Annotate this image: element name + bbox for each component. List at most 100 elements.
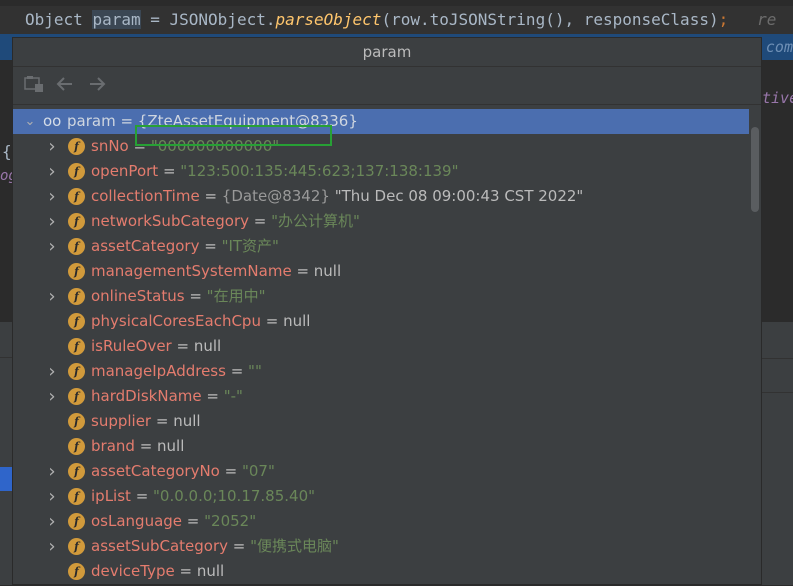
left-brace: { xyxy=(2,142,12,161)
field-value: null xyxy=(193,337,222,355)
tree-row[interactable]: › f osLanguage = "2052" xyxy=(13,509,749,534)
field-text: physicalCoresEachCpu = null xyxy=(91,312,311,330)
tree-row[interactable]: › f hardDiskName = "-" xyxy=(13,384,749,409)
field-text: ipList = "0.0.0.0;10.17.85.40" xyxy=(91,487,316,505)
field-value: "0.0.0.0;10.17.85.40" xyxy=(153,487,316,505)
field-text: openPort = "123:500:135:445:623;137:138:… xyxy=(91,162,459,180)
tree-row[interactable]: f isRuleOver = null xyxy=(13,334,749,359)
field-icon: f xyxy=(68,388,85,405)
chevron-right-icon[interactable]: › xyxy=(45,159,59,184)
chevron-right-icon[interactable]: › xyxy=(45,384,59,409)
tree-row[interactable]: › f networkSubCategory = "办公计算机" xyxy=(13,209,749,234)
tree-row[interactable]: f brand = null xyxy=(13,434,749,459)
scrollbar-thumb[interactable] xyxy=(751,127,759,212)
chevron-right-icon[interactable]: › xyxy=(45,509,59,534)
arrow-right-icon[interactable] xyxy=(86,75,108,95)
chevron-right-icon[interactable]: › xyxy=(45,284,59,309)
tree-row[interactable]: › f onlineStatus = "在用中" xyxy=(13,284,749,309)
code-method: parseObject xyxy=(275,10,382,29)
field-icon: f xyxy=(68,338,85,355)
field-text: supplier = null xyxy=(91,412,201,430)
chevron-down-icon[interactable]: ⌄ xyxy=(23,109,37,134)
field-value: "123:500:135:445:623;137:138:139" xyxy=(180,162,459,180)
tree-row[interactable]: › f snNo = "000000000000" xyxy=(13,134,749,159)
arrow-left-icon[interactable] xyxy=(54,75,76,95)
field-value: "办公计算机" xyxy=(271,212,360,230)
left-panel xyxy=(0,322,12,357)
field-name: physicalCoresEachCpu xyxy=(91,312,261,330)
field-value: null xyxy=(196,562,225,580)
field-icon: f xyxy=(68,213,85,230)
field-text: assetCategoryNo = "07" xyxy=(91,462,275,480)
chevron-right-icon[interactable]: › xyxy=(45,534,59,559)
field-icon: f xyxy=(68,138,85,155)
field-name: onlineStatus xyxy=(91,287,185,305)
watch-glasses-icon: oo xyxy=(43,112,62,130)
tree-row[interactable]: › f openPort = "123:500:135:445:623;137:13… xyxy=(13,159,749,184)
field-value: "Thu Dec 08 09:00:43 CST 2022" xyxy=(334,187,584,205)
variable-tree[interactable]: ⌄ oo param = {ZteAssetEquipment@8336} › f… xyxy=(13,105,761,586)
chevron-right-icon[interactable]: › xyxy=(45,359,59,384)
field-text: manageIpAddress = "" xyxy=(91,362,262,380)
field-name: brand xyxy=(91,437,135,455)
field-value: "" xyxy=(248,362,262,380)
chevron-right-icon[interactable]: › xyxy=(45,459,59,484)
scrollbar[interactable] xyxy=(749,105,761,586)
tree-icon[interactable] xyxy=(23,75,45,95)
tree-row[interactable]: › f ipList = "0.0.0.0;10.17.85.40" xyxy=(13,484,749,509)
field-name: networkSubCategory xyxy=(91,212,249,230)
field-icon: f xyxy=(68,463,85,480)
field-icon: f xyxy=(68,188,85,205)
field-name: ipList xyxy=(91,487,131,505)
chevron-right-icon[interactable]: › xyxy=(45,209,59,234)
tree-row[interactable]: › f assetSubCategory = "便携式电脑" xyxy=(13,534,749,559)
tree-row[interactable]: › f collectionTime = {Date@8342} "Thu Dec … xyxy=(13,184,749,209)
tree-root-row[interactable]: ⌄ oo param = {ZteAssetEquipment@8336} xyxy=(13,109,749,134)
field-text: assetSubCategory = "便携式电脑" xyxy=(91,537,339,555)
field-text: assetCategory = "IT资产" xyxy=(91,237,279,255)
chevron-right-icon[interactable]: › xyxy=(45,484,59,509)
field-text: managementSystemName = null xyxy=(91,262,342,280)
field-value: null xyxy=(283,312,311,330)
tree-row[interactable]: f supplier = null xyxy=(13,409,749,434)
field-icon: f xyxy=(68,563,85,580)
field-icon: f xyxy=(68,238,85,255)
tree-row[interactable]: f physicalCoresEachCpu = null xyxy=(13,309,749,334)
field-text: brand = null xyxy=(91,437,185,455)
field-value: "在用中" xyxy=(206,287,266,305)
tree-row[interactable]: › f assetCategory = "IT资产" xyxy=(13,234,749,259)
field-value: "IT资产" xyxy=(221,237,279,255)
field-text: onlineStatus = "在用中" xyxy=(91,287,266,305)
code-line: Object param = JSONObject.parseObject(ro… xyxy=(0,6,793,34)
left-panel xyxy=(0,491,12,585)
field-icon: f xyxy=(68,263,85,280)
popup-title[interactable]: param xyxy=(13,38,761,67)
left-selected-item[interactable] xyxy=(0,467,12,491)
field-value: "-" xyxy=(223,387,243,405)
field-icon: f xyxy=(68,413,85,430)
tree-row[interactable]: f deviceType = null xyxy=(13,559,749,584)
field-value: "2052" xyxy=(204,512,257,530)
chevron-right-icon[interactable]: › xyxy=(45,134,59,159)
right-panel xyxy=(762,322,793,585)
code-prefix: Object xyxy=(25,10,93,29)
field-value: null xyxy=(173,412,201,430)
field-text: deviceType = null xyxy=(91,562,225,580)
chevron-right-icon[interactable]: › xyxy=(45,234,59,259)
field-name: collectionTime xyxy=(91,187,200,205)
tree-row[interactable]: f managementSystemName = null xyxy=(13,259,749,284)
field-text: snNo = "000000000000" xyxy=(91,137,280,155)
field-icon: f xyxy=(68,513,85,530)
field-name: deviceType xyxy=(91,562,175,580)
code-variable[interactable]: param xyxy=(92,10,141,29)
field-icon: f xyxy=(68,538,85,555)
chevron-right-icon[interactable]: › xyxy=(45,184,59,209)
code-semicolon: ; xyxy=(718,10,729,29)
field-name: managementSystemName xyxy=(91,262,292,280)
field-value: null xyxy=(313,262,342,280)
tree-row[interactable]: › f assetCategoryNo = "07" xyxy=(13,459,749,484)
debug-popup[interactable]: param ⌄ oo param = {ZteAssetEquipment@83… xyxy=(12,37,762,585)
field-icon: f xyxy=(68,488,85,505)
field-value: "07" xyxy=(241,462,275,480)
tree-row[interactable]: › f manageIpAddress = "" xyxy=(13,359,749,384)
